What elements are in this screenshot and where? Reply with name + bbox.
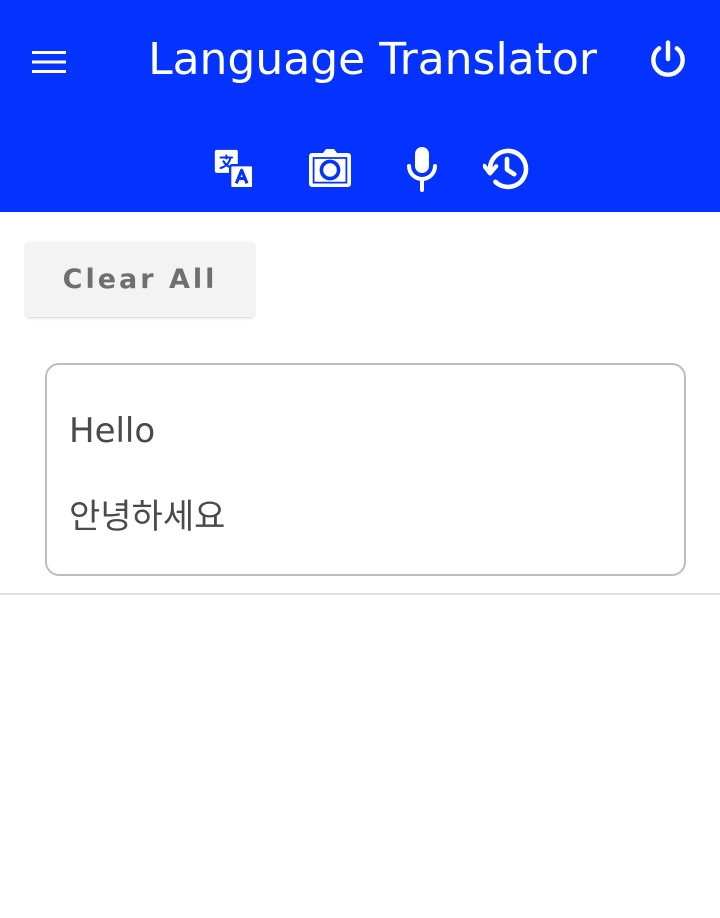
camera-icon [309, 149, 351, 187]
microphone-icon [407, 147, 437, 192]
tab-history[interactable] [480, 142, 534, 196]
clear-all-button[interactable]: Clear All [26, 242, 254, 317]
tab-voice[interactable] [395, 142, 449, 196]
tab-translate[interactable] [207, 142, 261, 196]
hamburger-menu-icon [32, 51, 66, 73]
divider [0, 593, 720, 595]
history-icon [483, 148, 529, 190]
app-bar: Language Translator [0, 0, 720, 212]
translation-card[interactable]: Hello 안녕하세요 [45, 363, 686, 576]
menu-button[interactable] [22, 32, 76, 92]
app-title: Language Translator [148, 34, 597, 85]
translate-icon [214, 149, 255, 190]
power-icon [651, 40, 685, 77]
tab-camera[interactable] [303, 142, 357, 196]
translated-text: 안녕하세요 [69, 497, 226, 537]
power-button[interactable] [640, 32, 696, 88]
source-text: Hello [69, 411, 156, 451]
